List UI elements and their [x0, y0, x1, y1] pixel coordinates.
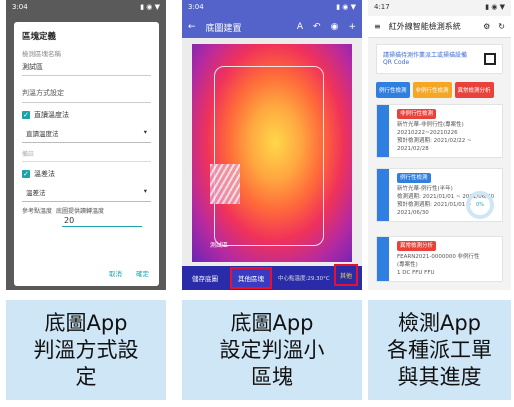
task-card[interactable]: 異常檢測分析 FEARN2021-0000000 非例行性 (專案性) 1 DC… — [376, 236, 503, 282]
method-section-label: 判溫方式設定 — [22, 88, 151, 103]
task-tabs: 例行性檢測 非例行性檢測 異常檢測分析 — [376, 82, 494, 98]
status-time: 3:04 — [12, 3, 28, 11]
cancel-button[interactable]: 取消 — [109, 268, 122, 278]
check-icon[interactable]: ✓ — [22, 170, 30, 178]
qr-instruction: 請掃描待測作業派工或掃描設備 — [383, 52, 468, 59]
ref-value-input[interactable]: 20 — [62, 215, 142, 227]
app-bar: ← 底圖建置 A ↶ ◉ + — [182, 16, 362, 38]
status-bar: 4:17 ▮ ◉ ▼ — [368, 0, 511, 16]
other-area-button[interactable]: 其他區塊 — [230, 267, 272, 289]
remark-field[interactable]: 備註 — [22, 149, 151, 162]
compare-select-value: 溫差法 — [26, 189, 46, 197]
undo-icon[interactable]: ↶ — [313, 22, 321, 32]
app-bar: ≡ 紅外線智能檢測系統 ⚙ ↻ — [368, 16, 511, 38]
compare-label: 溫差法 — [34, 170, 55, 178]
screenshot-inspection-app: 4:17 ▮ ◉ ▼ ≡ 紅外線智能檢測系統 ⚙ ↻ 請掃描待測作業派工或掃描設備… — [368, 0, 511, 290]
back-arrow-icon[interactable]: ← — [188, 22, 196, 32]
text-tool-icon[interactable]: A — [297, 22, 303, 32]
qr-code-icon[interactable] — [484, 53, 496, 65]
task-card[interactable]: 例行性檢測 新竹光華-例行性(半年) 檢測週期: 2021/01/01 ~ 20… — [376, 168, 503, 222]
dialog-title: 區塊定義 — [22, 32, 57, 42]
ok-button[interactable]: 確定 — [136, 268, 149, 278]
screenshot-judgment-settings: 3:04 ▮ ◉ ▼ 區塊定義 檢測區塊名稱 測試區 判溫方式設定 ✓ 直讀溫度法 … — [6, 0, 166, 290]
block-label-overlay: 測試區 — [210, 242, 229, 249]
status-icons: ▮ ◉ ▼ — [485, 3, 505, 11]
add-icon[interactable]: + — [348, 22, 356, 32]
card-line: 新竹光華-非例行性(專案性) — [397, 122, 464, 128]
card-line: 1 DC FFU FFU — [397, 270, 435, 276]
tab-routine[interactable]: 例行性檢測 — [376, 82, 410, 98]
settings-icon[interactable]: ⚙ — [483, 22, 490, 31]
direct-select[interactable]: 直讀溫度法 ▾ — [22, 120, 151, 143]
card-line: 20210222~20210226 — [397, 130, 458, 136]
app-title: 紅外線智能檢測系統 — [388, 22, 461, 31]
block-definition-dialog: 區塊定義 檢測區塊名稱 測試區 判溫方式設定 ✓ 直讀溫度法 直讀溫度法 ▾ 備註 … — [14, 22, 159, 286]
caption-work-orders: 檢測App 各種派工單 與其進度 — [368, 300, 511, 400]
direct-select-value: 直讀溫度法 — [26, 130, 59, 138]
card-stripe — [377, 237, 389, 281]
status-time: 4:17 — [374, 3, 390, 11]
dropdown-arrow-icon: ▾ — [143, 128, 147, 136]
ref-row: 參考點溫度 底圖提供讀轉溫度 — [22, 206, 151, 215]
status-bar: 3:04 ▮ ◉ ▼ — [6, 0, 166, 16]
card-stripe — [377, 169, 389, 221]
save-baseline-button[interactable]: 儲存底圖 — [186, 269, 224, 287]
card-badge: 例行性檢測 — [397, 173, 431, 183]
status-icons: ▮ ◉ ▼ — [140, 3, 160, 11]
screenshot-thermal-baseline: 3:04 ▮ ◉ ▼ ← 底圖建置 A ↶ ◉ + 測試區 儲存底圖 其他區塊 中… — [182, 0, 362, 290]
thermal-image[interactable]: 測試區 — [192, 44, 352, 262]
name-input[interactable]: 測試區 — [22, 58, 151, 76]
status-time: 3:04 — [188, 3, 204, 11]
progress-ring: 0% — [466, 191, 494, 219]
check-icon[interactable]: ✓ — [22, 111, 30, 119]
direct-checkbox-row[interactable]: ✓ 直讀溫度法 — [22, 110, 151, 120]
compare-checkbox-row[interactable]: ✓ 溫差法 — [22, 169, 151, 179]
status-icons: ▮ ◉ ▼ — [336, 3, 356, 11]
page-title: 底圖建置 — [205, 23, 242, 34]
cable-hotspot — [210, 164, 240, 204]
dropdown-arrow-icon: ▾ — [143, 187, 147, 195]
dialog-buttons: 取消 確定 — [109, 268, 149, 278]
compare-select[interactable]: 溫差法 ▾ — [22, 179, 151, 202]
ref-label: 參考點溫度 — [22, 208, 53, 215]
direct-label: 直讀溫度法 — [34, 111, 69, 119]
tab-anomaly[interactable]: 異常檢測分析 — [454, 82, 494, 98]
eye-icon[interactable]: ◉ — [331, 22, 339, 32]
card-line: 預計檢測週期: 2021/02/22 ~ 2021/02/28 — [397, 138, 472, 152]
card-badge: 非例行性檢測 — [397, 109, 437, 119]
tab-nonroutine[interactable]: 非例行性檢測 — [412, 82, 452, 98]
status-bar: 3:04 ▮ ◉ ▼ — [182, 0, 362, 16]
other-button[interactable]: 其他 — [334, 264, 358, 286]
refresh-icon[interactable]: ↻ — [498, 22, 505, 31]
card-stripe — [377, 105, 389, 157]
card-line: FEARN2021-0000000 非例行性 — [397, 254, 480, 260]
qr-code-label: QR Code — [383, 59, 410, 66]
card-line: (專案性) — [397, 262, 418, 268]
caption-block-settings: 底圖App 設定判溫小 區塊 — [182, 300, 362, 400]
ref-select[interactable]: 底圖提供讀轉溫度 — [56, 206, 104, 215]
name-label: 檢測區塊名稱 — [22, 50, 61, 58]
caption-judgment-settings: 底圖App 判溫方式設 定 — [6, 300, 166, 400]
selection-rectangle[interactable] — [214, 66, 324, 246]
task-card[interactable]: 非例行性檢測 新竹光華-非例行性(專案性) 20210222~20210226 … — [376, 104, 503, 158]
qr-scan-card[interactable]: 請掃描待測作業派工或掃描設備 QR Code — [376, 44, 503, 74]
card-badge: 異常檢測分析 — [397, 241, 437, 251]
menu-icon[interactable]: ≡ — [374, 22, 381, 31]
